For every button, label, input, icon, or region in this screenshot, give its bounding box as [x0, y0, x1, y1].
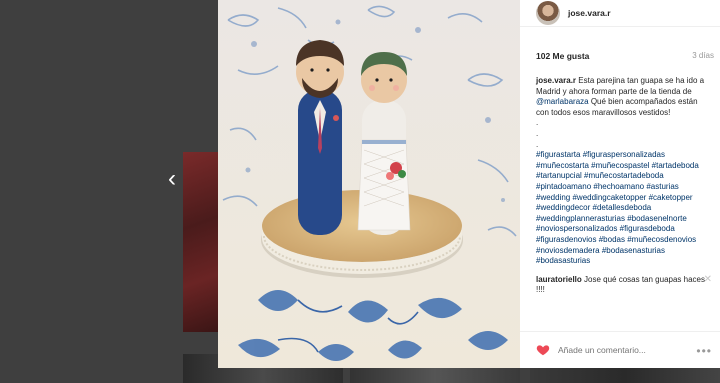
- hashtag-link[interactable]: #figurasdeboda: [620, 224, 675, 233]
- hashtag-link[interactable]: #muñecospastel: [591, 161, 649, 170]
- caption-dot: .: [536, 139, 539, 149]
- hashtag-link[interactable]: #muñecostartadeboda: [584, 171, 664, 180]
- hashtag-list: #figurastarta #figuraspersonalizadas #mu…: [536, 150, 712, 267]
- caption-username[interactable]: jose.vara.r: [536, 76, 576, 85]
- more-options-icon[interactable]: •••: [696, 344, 712, 358]
- comment-item: lauratoriello Jose qué cosas tan guapas …: [520, 275, 720, 297]
- hashtag-link[interactable]: #weddingdecor: [536, 203, 590, 212]
- hashtag-link[interactable]: #pintadoamano: [536, 182, 591, 191]
- hashtag-link[interactable]: #bodasenasturias: [602, 246, 665, 255]
- hashtag-link[interactable]: #hechoamano: [593, 182, 644, 191]
- likes-count[interactable]: 102 Me gusta: [536, 51, 589, 71]
- hashtag-link[interactable]: #noviosdemadera: [536, 246, 600, 255]
- caption-dot: .: [536, 118, 539, 128]
- comment-composer: •••: [520, 331, 720, 368]
- hashtag-link[interactable]: #wedding: [536, 193, 570, 202]
- post-modal: jose.vara.r 102 Me gusta 3 días jose.var…: [218, 0, 720, 368]
- avatar[interactable]: [536, 1, 560, 25]
- hashtag-link[interactable]: #tartanupcial: [536, 171, 582, 180]
- post-side-panel: jose.vara.r 102 Me gusta 3 días jose.var…: [520, 0, 720, 368]
- hashtag-link[interactable]: #bodasenelnorte: [627, 214, 687, 223]
- hashtag-link[interactable]: #figurastarta: [536, 150, 580, 159]
- hashtag-link[interactable]: #weddingplannerasturias: [536, 214, 625, 223]
- post-stats: 102 Me gusta 3 días: [520, 27, 720, 71]
- caption: jose.vara.r Esta parejina tan guapa se h…: [520, 71, 720, 267]
- hashtag-link[interactable]: #detallesdeboda: [593, 203, 652, 212]
- background-feed-tile: [183, 152, 219, 332]
- hashtag-link[interactable]: #weddingcaketopper: [572, 193, 646, 202]
- hashtag-link[interactable]: #tartadeboda: [652, 161, 699, 170]
- hashtag-link[interactable]: #muñecosdenovios: [627, 235, 696, 244]
- hashtag-link[interactable]: #caketopper: [649, 193, 693, 202]
- hashtag-link[interactable]: #muñecostarta: [536, 161, 589, 170]
- comment-username[interactable]: lauratoriello: [536, 275, 582, 284]
- username-link[interactable]: jose.vara.r: [568, 8, 611, 18]
- caption-dot: .: [536, 128, 539, 138]
- comment-input[interactable]: [558, 345, 678, 355]
- chevron-left-icon[interactable]: ‹: [160, 166, 184, 192]
- heart-icon[interactable]: [536, 343, 550, 357]
- timestamp[interactable]: 3 días: [692, 51, 714, 71]
- hashtag-link[interactable]: #noviospersonalizados: [536, 224, 617, 233]
- post-photo: [218, 0, 520, 368]
- mention-link[interactable]: @marlabaraza: [536, 97, 589, 106]
- hashtag-link[interactable]: #bodas: [599, 235, 625, 244]
- close-icon[interactable]: ✕: [704, 275, 712, 286]
- hashtag-link[interactable]: #asturias: [646, 182, 678, 191]
- hashtag-link[interactable]: #figuraspersonalizadas: [583, 150, 665, 159]
- hashtag-link[interactable]: #figurasdenovios: [536, 235, 596, 244]
- post-header: jose.vara.r: [520, 0, 720, 27]
- hashtag-link[interactable]: #bodasasturias: [536, 256, 590, 265]
